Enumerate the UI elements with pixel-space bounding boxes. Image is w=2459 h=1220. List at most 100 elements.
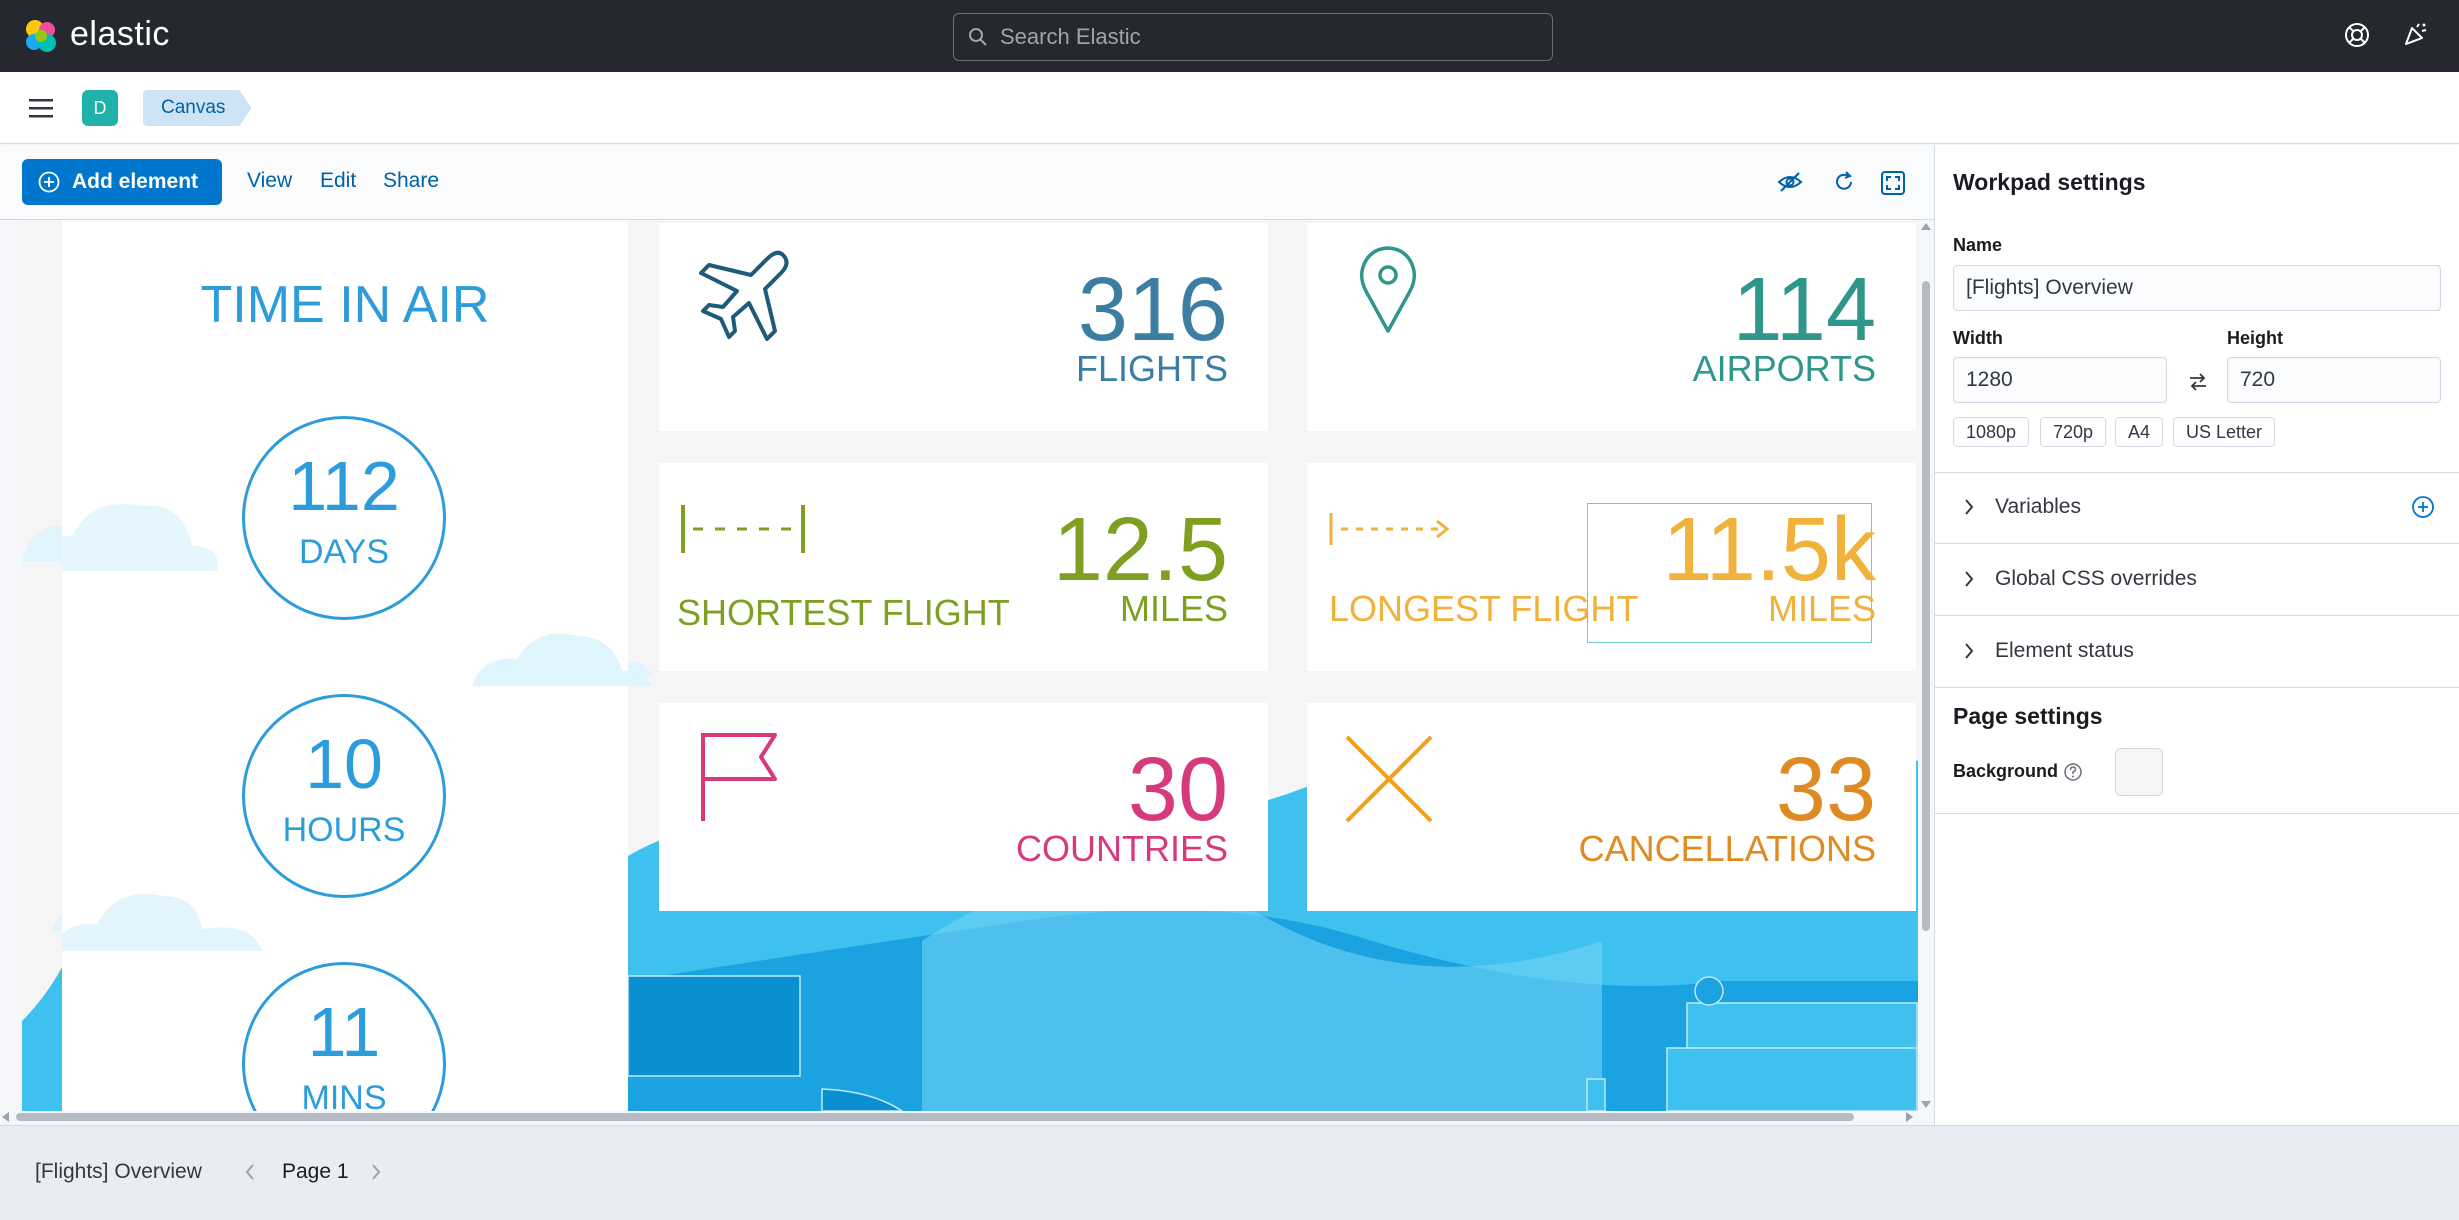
page-manager-footer: [Flights] Overview Page 1: [0, 1125, 2459, 1220]
cancellations-label: CANCELLATIONS: [1578, 828, 1876, 869]
variables-section-toggle[interactable]: Variables: [1995, 495, 2081, 519]
name-label: Name: [1953, 235, 2003, 255]
global-header: elastic: [0, 0, 2459, 72]
cloud-decoration: [62, 893, 262, 951]
divider: [1935, 687, 2459, 688]
footer-workpad-name: [Flights] Overview: [35, 1160, 202, 1183]
preset-a4-button[interactable]: A4: [2115, 417, 2164, 447]
workpad-settings-title: Workpad settings: [1953, 169, 2146, 195]
eye-closed-icon[interactable]: [1777, 170, 1803, 194]
longest-flight-unit: MILES: [1767, 588, 1876, 629]
longest-flight-card[interactable]: LONGEST FLIGHT 11.5k MILES: [1307, 463, 1916, 671]
airports-value: 114: [1732, 260, 1876, 360]
hours-value: 10: [305, 725, 383, 803]
shortest-flight-value: 12.5: [1052, 500, 1228, 600]
refresh-icon[interactable]: [1832, 170, 1856, 194]
previous-page-icon[interactable]: [244, 1162, 256, 1182]
divider: [1935, 472, 2459, 473]
elastic-logo-icon[interactable]: [22, 17, 60, 55]
map-pin-icon: [1359, 246, 1417, 333]
horizontal-scrollbar[interactable]: [0, 1109, 1918, 1125]
breadcrumb-bar: D Canvas [Flights] Overview: [0, 72, 2459, 144]
view-menu[interactable]: View: [247, 169, 292, 193]
height-field[interactable]: 720: [2227, 357, 2441, 403]
space-avatar[interactable]: D: [82, 90, 118, 126]
countries-label: COUNTRIES: [1015, 828, 1228, 869]
add-element-label: Add element: [72, 170, 199, 193]
cloud-decoration: [62, 504, 218, 571]
cloud-decoration: [472, 633, 652, 686]
workpad-settings-sidebar: Workpad settings Name [Flights] Overview…: [1934, 145, 2459, 1125]
preset-1080p-button[interactable]: 1080p: [1953, 417, 2030, 447]
short-distance-icon: [681, 505, 805, 553]
help-icon[interactable]: [2344, 22, 2370, 48]
airports-label: AIRPORTS: [1692, 348, 1876, 389]
height-label: Height: [2227, 328, 2283, 348]
global-search[interactable]: [953, 13, 1553, 61]
mins-metric: 11 MINS: [242, 962, 446, 1111]
swap-dimensions-icon[interactable]: [2187, 371, 2209, 393]
time-in-air-title: TIME IN AIR: [200, 276, 490, 334]
plus-circle-icon: [38, 171, 60, 193]
flights-value: 316: [1077, 260, 1228, 360]
background-color-picker[interactable]: [2115, 748, 2163, 796]
mins-value: 11: [307, 993, 381, 1071]
flag-icon: [701, 733, 777, 821]
longest-flight-value: 11.5k: [1662, 500, 1877, 600]
cancellations-card[interactable]: 33 CANCELLATIONS: [1307, 703, 1916, 911]
scroll-down-arrow-icon[interactable]: [1921, 1101, 1931, 1108]
airports-card[interactable]: 114 AIRPORTS: [1307, 223, 1916, 431]
preset-us-letter-button[interactable]: US Letter: [2173, 417, 2276, 447]
flights-label: FLIGHTS: [1075, 348, 1228, 389]
chevron-right-icon[interactable]: [1963, 569, 1975, 589]
add-variable-icon[interactable]: [2411, 495, 2435, 519]
name-field[interactable]: [Flights] Overview: [1953, 265, 2441, 311]
width-field[interactable]: 1280: [1953, 357, 2167, 403]
airplane-icon: [699, 250, 789, 341]
workpad-page: TIME IN AIR 112 DAYS 10 HOURS 11 MINS 31…: [22, 221, 1918, 1111]
horizontal-scroll-thumb[interactable]: [16, 1113, 1854, 1121]
breadcrumb-current: [Flights] Overview: [245, 90, 436, 126]
chevron-right-icon[interactable]: [1963, 641, 1975, 661]
shortest-flight-unit: MILES: [1119, 588, 1228, 629]
preset-720p-button[interactable]: 720p: [2040, 417, 2107, 447]
mins-unit: MINS: [301, 1079, 387, 1111]
scroll-up-arrow-icon[interactable]: [1921, 223, 1931, 230]
countries-value: 30: [1127, 740, 1228, 840]
long-distance-icon: [1329, 513, 1450, 545]
time-in-air-panel[interactable]: TIME IN AIR 112 DAYS 10 HOURS 11 MINS: [62, 221, 652, 1111]
flights-card[interactable]: 316 FLIGHTS: [659, 223, 1268, 431]
search-icon: [969, 28, 987, 46]
width-label: Width: [1953, 328, 2003, 348]
global-css-section-toggle[interactable]: Global CSS overrides: [1995, 567, 2197, 591]
divider: [1935, 813, 2459, 814]
shortest-flight-card[interactable]: SHORTEST FLIGHT 12.5 MILES: [659, 463, 1268, 671]
search-input[interactable]: [1000, 23, 1520, 51]
breadcrumb-canvas[interactable]: Canvas: [143, 90, 251, 126]
edit-menu[interactable]: Edit: [320, 169, 356, 193]
shortest-flight-title: SHORTEST FLIGHT: [677, 592, 1010, 633]
scroll-left-arrow-icon[interactable]: [2, 1112, 9, 1122]
workpad-area: Add element View Edit Share TIME IN AIR …: [0, 145, 1934, 1125]
page-settings-title: Page settings: [1953, 703, 2103, 729]
vertical-scrollbar[interactable]: [1918, 221, 1934, 1111]
help-tooltip-icon[interactable]: [2063, 762, 2083, 782]
vertical-scroll-thumb[interactable]: [1922, 281, 1930, 931]
newsfeed-icon[interactable]: [2402, 22, 2428, 48]
divider: [1935, 543, 2459, 544]
chevron-right-icon[interactable]: [1963, 497, 1975, 517]
next-page-icon[interactable]: [370, 1162, 382, 1182]
scroll-right-arrow-icon[interactable]: [1906, 1112, 1913, 1122]
current-page-label[interactable]: Page 1: [282, 1160, 349, 1184]
element-status-section-toggle[interactable]: Element status: [1995, 639, 2134, 663]
add-element-button[interactable]: Add element: [22, 159, 222, 205]
cross-icon: [1345, 735, 1433, 823]
brand-name: elastic: [70, 15, 170, 53]
share-menu[interactable]: Share: [383, 169, 439, 193]
fullscreen-icon[interactable]: [1880, 170, 1906, 196]
workpad-canvas: TIME IN AIR 112 DAYS 10 HOURS 11 MINS 31…: [0, 221, 1934, 1125]
workpad-toolbar: Add element View Edit Share: [0, 145, 1934, 220]
countries-card[interactable]: 30 COUNTRIES: [659, 703, 1268, 911]
divider: [1935, 615, 2459, 616]
menu-icon[interactable]: [28, 97, 54, 119]
